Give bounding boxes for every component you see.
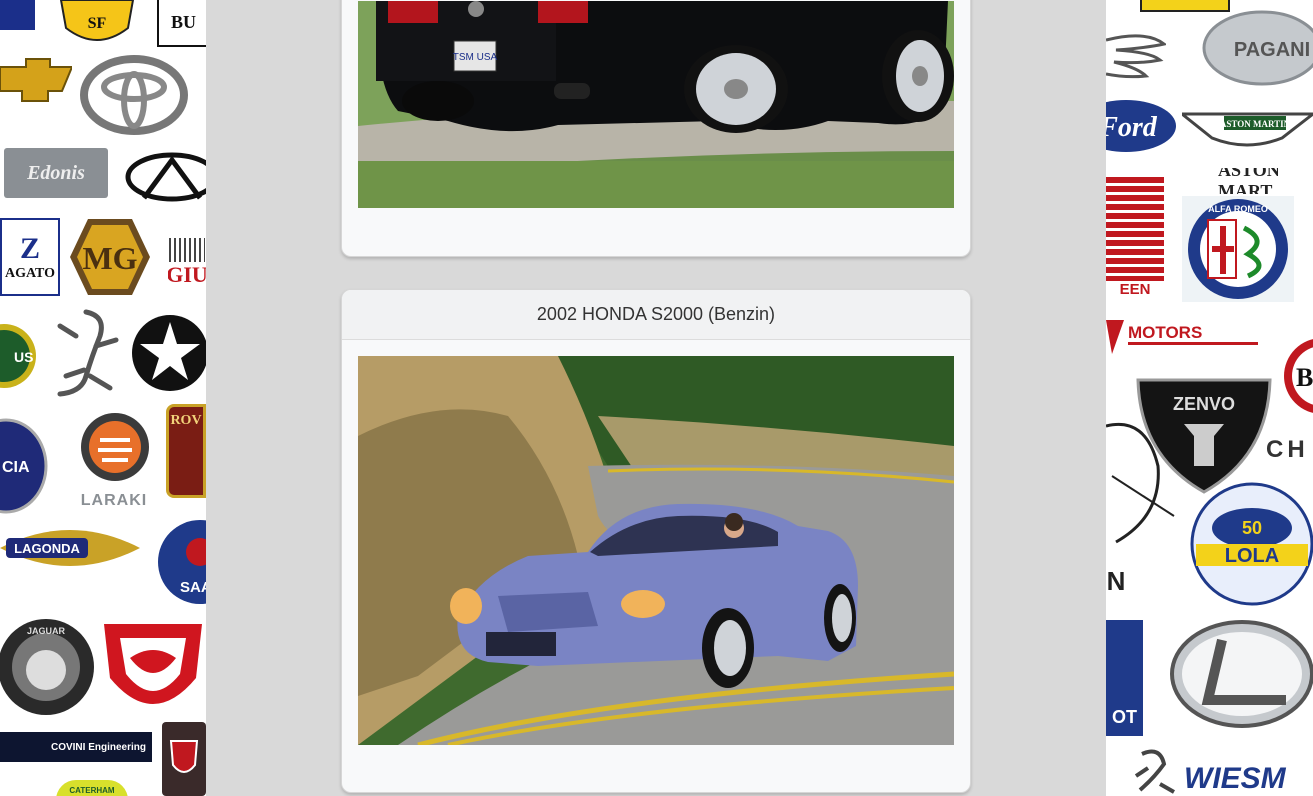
jaguar-text: JAGUAR [27,626,66,636]
logo-lotus: US [0,312,36,400]
logo-lancia: CIA [0,418,48,514]
logo-aston-martin-wings: ASTON MARTIN [1182,104,1313,154]
logo-alfa-romeo: ALFA ROMEO [1182,196,1294,302]
logo-ferrari: SF [56,0,138,50]
logo-wings [1106,30,1166,82]
content-area: TSM USA 2002 HONDA S2000 (Benzin) [206,0,1106,796]
logo-mg: MG [68,215,152,299]
giugiaro-text: GIU [168,262,206,287]
logo-rover: ROV [166,404,206,498]
lancia-text: CIA [2,459,30,476]
logo-giugiaro: GIU [168,232,206,294]
svg-text:50: 50 [1242,518,1262,538]
saab-text: SAA [180,579,206,596]
logo-che: CH [1266,430,1313,470]
logo-infiniti [124,150,206,205]
edonis-text: Edonis [27,161,85,184]
pagani-text: PAGANI [1234,39,1310,61]
logo-wiesmann: WIESM [1134,744,1313,796]
logo-plymouth [128,308,206,398]
logo-bugatti: BU [157,0,206,47]
ford-text: Ford [1106,112,1158,143]
wiesmann-text: WIESM [1184,762,1287,795]
logo-lola: 50 LOLA [1176,478,1313,610]
left-logo-collage: SF BU Edonis Z AGATO MG GIU US CIA LARAKI… [0,0,206,796]
che-text: CH [1266,436,1309,463]
svg-text:B: B [1296,363,1313,392]
logo-ford: Ford [1106,98,1178,154]
zenvo-text: ZENVO [1173,394,1235,414]
logo-motors: MOTORS [1106,314,1262,354]
alfa-romeo-text: ALFA ROMEO [1208,204,1268,214]
right-logo-collage: PAGANI Ford ASTON MARTIN ASTON MART EEN … [1106,0,1313,796]
logo-lagonda: LAGONDA [0,518,140,578]
logo-pagani: PAGANI [1202,10,1313,86]
mg-text: MG [82,240,137,276]
logo-maserati [1106,416,1176,546]
logo-saleen: EEN [1106,166,1164,298]
car-card[interactable]: 2002 HONDA S2000 (Benzin) [341,289,971,793]
logo-mustang-badge [80,410,150,484]
covini-text: COVINI Engineering [50,741,146,753]
lola-text: LOLA [1225,545,1279,567]
caterham-text: CATERHAM [69,785,115,795]
zagato-text: AGATO [4,266,56,281]
logo-viper [100,618,206,722]
motors-text: MOTORS [1128,323,1202,342]
logo-aston-martin-text: ASTON MART [1218,168,1313,194]
aston-martin-wings-text: ASTON MARTIN [1220,119,1291,129]
logo-lexus [1168,618,1313,730]
saleen-text: EEN [1119,281,1151,298]
logo-peugeot: OT [1106,620,1143,736]
car-card[interactable]: TSM USA [341,0,971,257]
logo-jaguar: JAGUAR [0,612,94,722]
logo-n-letter: N [1106,566,1126,596]
car-photo-mustang[interactable]: TSM USA [358,1,954,208]
ferrari-text: SF [88,15,107,32]
logo-toyota [80,55,192,137]
logo-edonis: Edonis [4,148,108,198]
logo-red-circle: B [1282,334,1313,418]
svg-text:TSM USA: TSM USA [453,52,498,63]
bugatti-text: BU [170,12,196,32]
aston-martin-text: ASTON MART [1218,168,1280,194]
logo-saab: SAA [156,518,206,606]
lotus-text: US [14,349,33,365]
logo-laraki: LARAKI [58,490,170,512]
card-title[interactable]: 2002 HONDA S2000 (Benzin) [342,290,970,340]
lagonda-text: LAGONDA [14,541,80,556]
logo-zagato: Z AGATO [0,218,60,296]
peugeot-text: OT [1112,707,1137,727]
logo-tile [0,0,35,30]
logo-caterham: CATERHAM [56,780,128,796]
logo-gecko [46,306,124,400]
logo-covini: COVINI Engineering [0,732,152,762]
laraki-text: LARAKI [80,492,148,509]
logo-chevrolet [0,55,72,105]
rover-text: ROV [170,413,202,428]
logo-dark-crest [162,722,206,796]
car-photo-honda-s2000[interactable] [358,356,954,745]
